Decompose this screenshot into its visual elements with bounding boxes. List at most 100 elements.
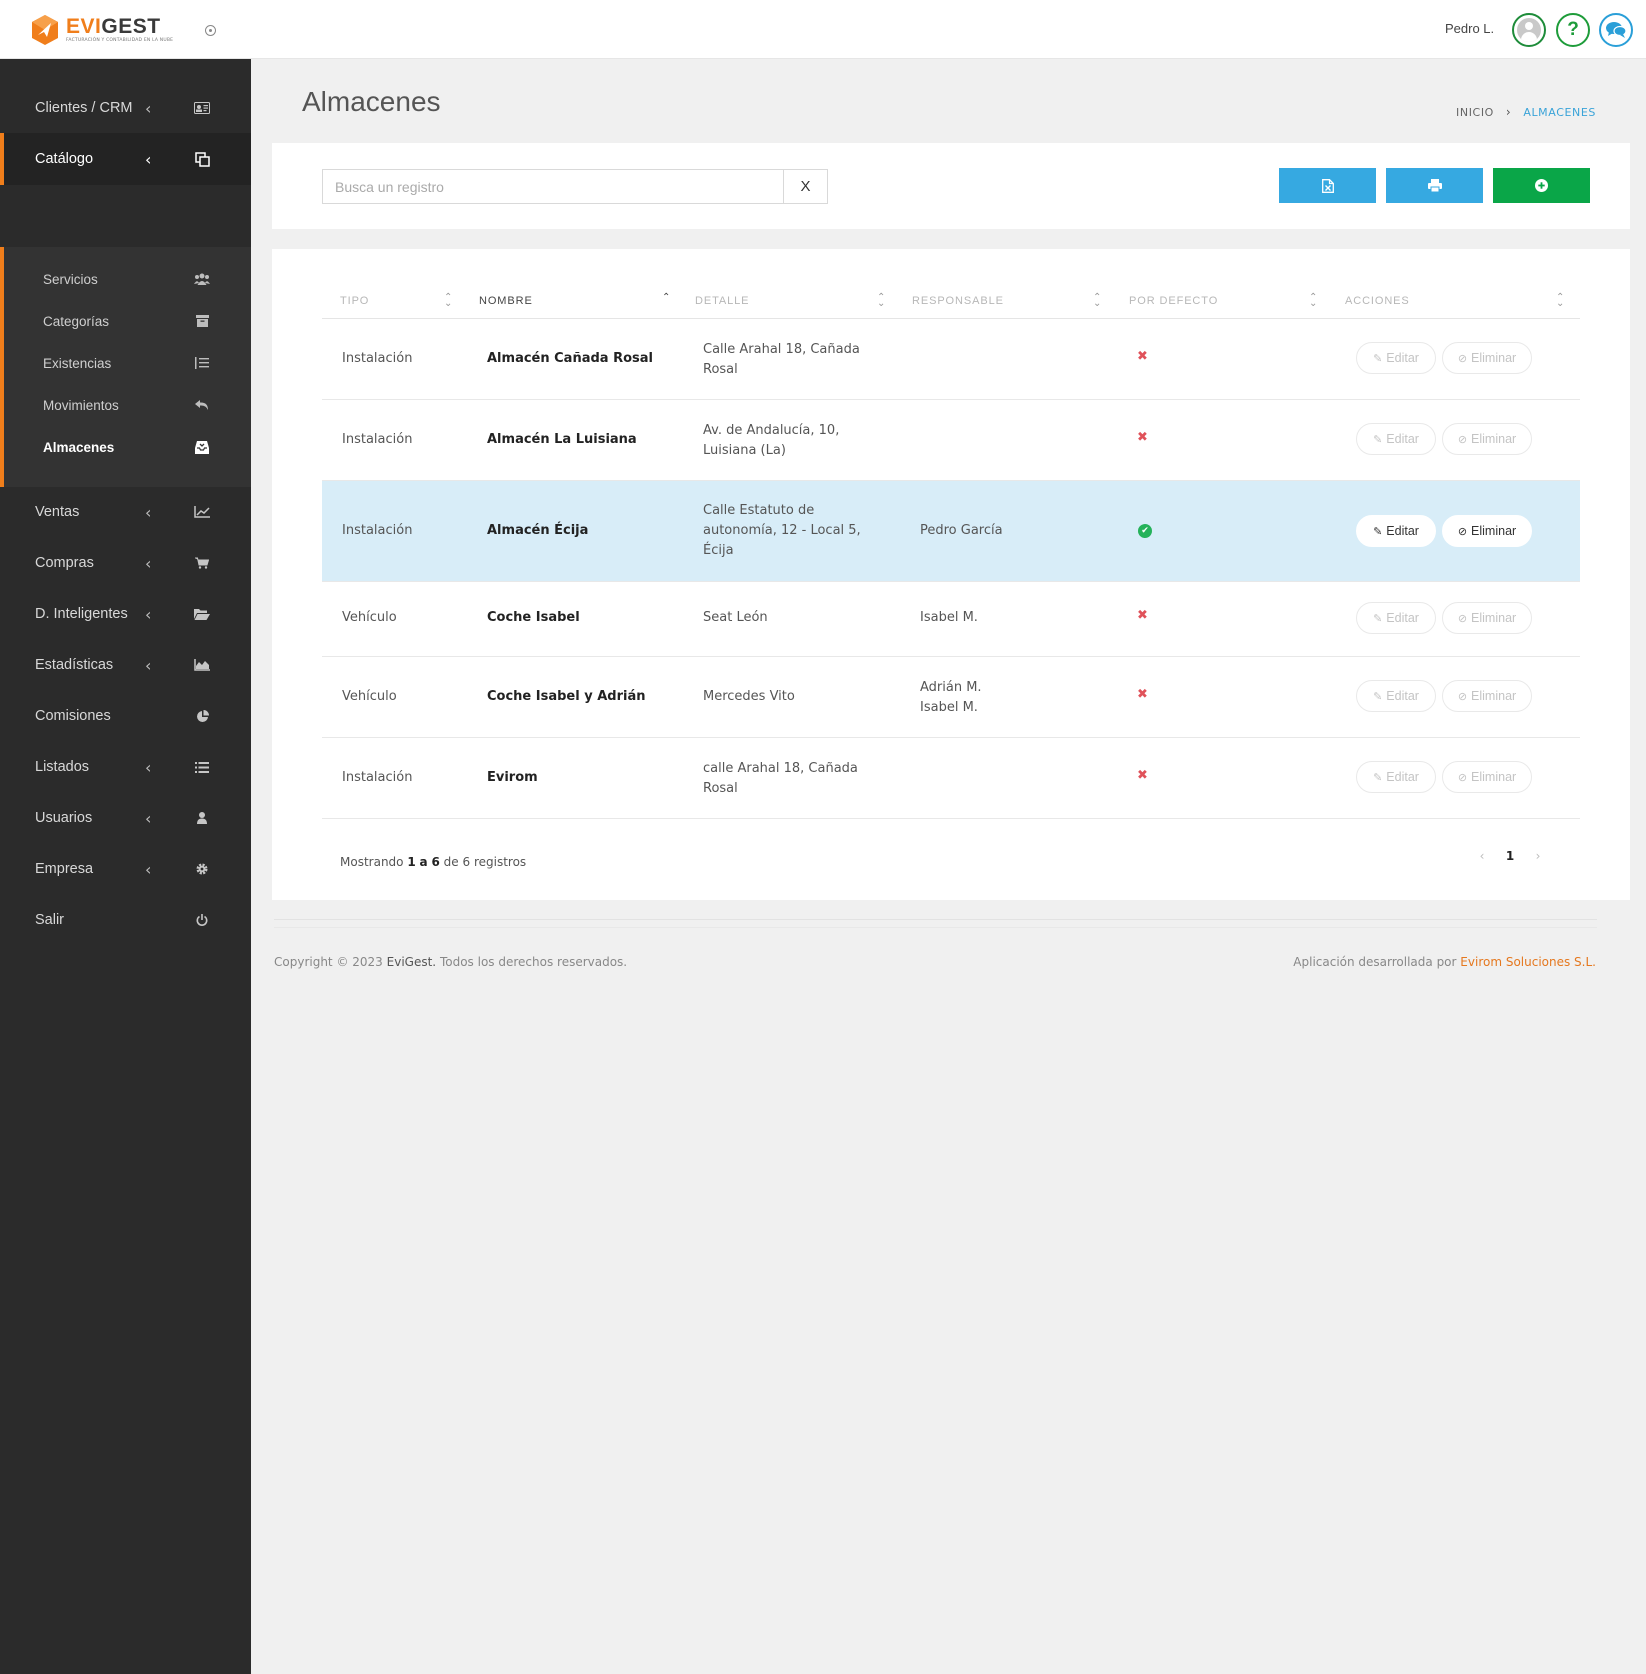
user-name[interactable]: Pedro L. [1445,21,1494,36]
column-header-responsable[interactable]: RESPONSABLE [912,283,1004,319]
cell-detalle: Seat León [703,610,768,625]
sidebar-item-label: Usuarios [35,810,93,826]
status-no-icon: ✖ [1137,768,1148,783]
sidebar-item-label: Catálogo [35,151,94,167]
user-icon [194,811,210,825]
edit-button[interactable]: ✎ Editar [1356,602,1436,634]
sort-icon[interactable]: ⌃ ⌄ [444,293,452,309]
delete-button[interactable]: ⊘ Eliminar [1442,761,1532,793]
delete-button[interactable]: ⊘ Eliminar [1442,342,1532,374]
sidebar-subitem-categorias[interactable]: Categorías [0,300,251,342]
sort-icon[interactable]: ⌃ ⌄ [1093,293,1101,309]
print-button[interactable] [1386,168,1483,203]
cell-nombre: Almacén Cañada Rosal [487,351,653,366]
breadcrumb-current[interactable]: ALMACENES [1523,106,1596,119]
status-no-icon: ✖ [1137,349,1148,364]
chevron-left-icon: ‹ [145,98,152,118]
search-input[interactable] [323,170,783,203]
folder-open-icon [194,607,210,621]
status-no-icon: ✖ [1137,608,1148,623]
sidebar-item-usuarios[interactable]: Usuarios ‹ [0,792,251,844]
column-header-detalle[interactable]: DETALLE [695,283,749,319]
sort-icon[interactable]: ⌃ ⌄ [1556,293,1564,309]
sidebar-item-clientes[interactable]: Clientes / CRM ‹ [0,82,251,134]
chevron-left-icon: ‹ [145,553,152,573]
sidebar-item-label: Ventas [35,504,80,520]
logo[interactable]: EVIGEST FACTURACIÓN Y CONTABILIDAD EN LA… [30,14,173,46]
chevron-left-icon: ‹ [145,757,152,777]
table-row[interactable]: Instalación Almacén Cañada Rosal Calle A… [322,319,1580,400]
add-button[interactable] [1493,168,1590,203]
cell-responsable: Isabel M. [920,610,978,625]
column-header-tipo[interactable]: TIPO [340,283,369,319]
cell-responsable: Pedro García [920,523,1003,538]
sidebar-item-listados[interactable]: Listados ‹ [0,741,251,793]
sidebar-item-empresa[interactable]: Empresa ‹ [0,843,251,895]
sidebar-subitem-label: Almacenes [43,439,115,455]
delete-button[interactable]: ⊘ Eliminar [1442,602,1532,634]
column-header-acciones[interactable]: ACCIONES [1345,283,1410,319]
sort-icon[interactable]: ⌃ ⌄ [877,293,885,309]
inbox-icon [194,440,210,454]
column-header-por-defecto[interactable]: POR DEFECTO [1129,283,1218,319]
column-header-nombre[interactable]: NOMBRE [479,283,533,319]
sidebar-item-salir[interactable]: Salir [0,894,251,946]
search-clear-button[interactable]: X [783,170,827,203]
edit-icon: ✎ [1373,612,1383,625]
sidebar-toggle-icon[interactable] [205,25,216,36]
edit-button[interactable]: ✎ Editar [1356,680,1436,712]
avatar[interactable] [1512,13,1546,47]
edit-button[interactable]: ✎ Editar [1356,761,1436,793]
delete-button[interactable]: ⊘ Eliminar [1442,515,1532,547]
edit-button[interactable]: ✎ Editar [1356,342,1436,374]
sidebar-item-d-inteligentes[interactable]: D. Inteligentes ‹ [0,588,251,640]
edit-button[interactable]: ✎ Editar [1356,423,1436,455]
table-row[interactable]: Instalación Evirom calle Arahal 18, Caña… [322,738,1580,819]
line-chart-icon [194,505,210,519]
pager-page-1[interactable]: 1 [1496,849,1524,863]
ban-icon: ⊘ [1457,433,1468,446]
cell-tipo: Instalación [342,432,413,447]
edit-icon: ✎ [1373,690,1383,703]
sidebar-subitem-almacenes[interactable]: Almacenes [0,426,251,468]
footer-divider [274,927,1597,928]
top-bar: EVIGEST FACTURACIÓN Y CONTABILIDAD EN LA… [0,0,1646,59]
sort-ascending-icon[interactable]: ⌃ [662,293,670,303]
table-row[interactable]: Vehículo Coche Isabel Seat León Isabel M… [322,582,1580,657]
sort-icon[interactable]: ⌃ ⌄ [1309,293,1317,309]
cell-tipo: Vehículo [342,689,397,704]
pager-next-icon[interactable]: › [1524,849,1552,863]
sidebar-subitem-servicios[interactable]: Servicios [0,258,251,300]
cell-nombre: Almacén Écija [487,523,589,538]
sidebar-item-estadisticas[interactable]: Estadísticas ‹ [0,639,251,691]
table-row[interactable]: Vehículo Coche Isabel y Adrián Mercedes … [322,657,1580,738]
breadcrumb-home[interactable]: INICIO [1456,106,1494,119]
export-excel-button[interactable] [1279,168,1376,203]
sidebar-item-catalogo[interactable]: Catálogo ‹ [0,133,251,185]
sidebar-item-compras[interactable]: Compras ‹ [0,537,251,589]
table-row[interactable]: Instalación Almacén La Luisiana Av. de A… [322,400,1580,481]
file-excel-icon [1321,178,1334,193]
sidebar-subitem-existencias[interactable]: Existencias [0,342,251,384]
status-no-icon: ✖ [1137,430,1148,445]
cell-tipo: Instalación [342,770,413,785]
help-button[interactable]: ? [1556,13,1590,47]
ban-icon: ⊘ [1457,690,1468,703]
sidebar-item-ventas[interactable]: Ventas ‹ [0,486,251,538]
table-info: Mostrando 1 a 6 de 6 registros [340,855,527,869]
delete-button[interactable]: ⊘ Eliminar [1442,680,1532,712]
developer-link[interactable]: Evirom Soluciones S.L. [1460,955,1596,969]
sidebar-subitem-movimientos[interactable]: Movimientos [0,384,251,426]
edit-button[interactable]: ✎ Editar [1356,515,1436,547]
delete-button[interactable]: ⊘ Eliminar [1442,423,1532,455]
pager-prev-icon[interactable]: ‹ [1468,849,1496,863]
table-row[interactable]: Instalación Almacén Écija Calle Estatuto… [322,481,1580,582]
chevron-left-icon: ‹ [145,502,152,522]
footer-divider [274,919,1597,920]
ban-icon: ⊘ [1457,771,1468,784]
sidebar-item-comisiones[interactable]: Comisiones [0,690,251,742]
edit-icon: ✎ [1373,525,1383,538]
chat-icon [1606,22,1627,38]
cell-nombre: Evirom [487,770,538,785]
chat-button[interactable] [1599,13,1633,47]
